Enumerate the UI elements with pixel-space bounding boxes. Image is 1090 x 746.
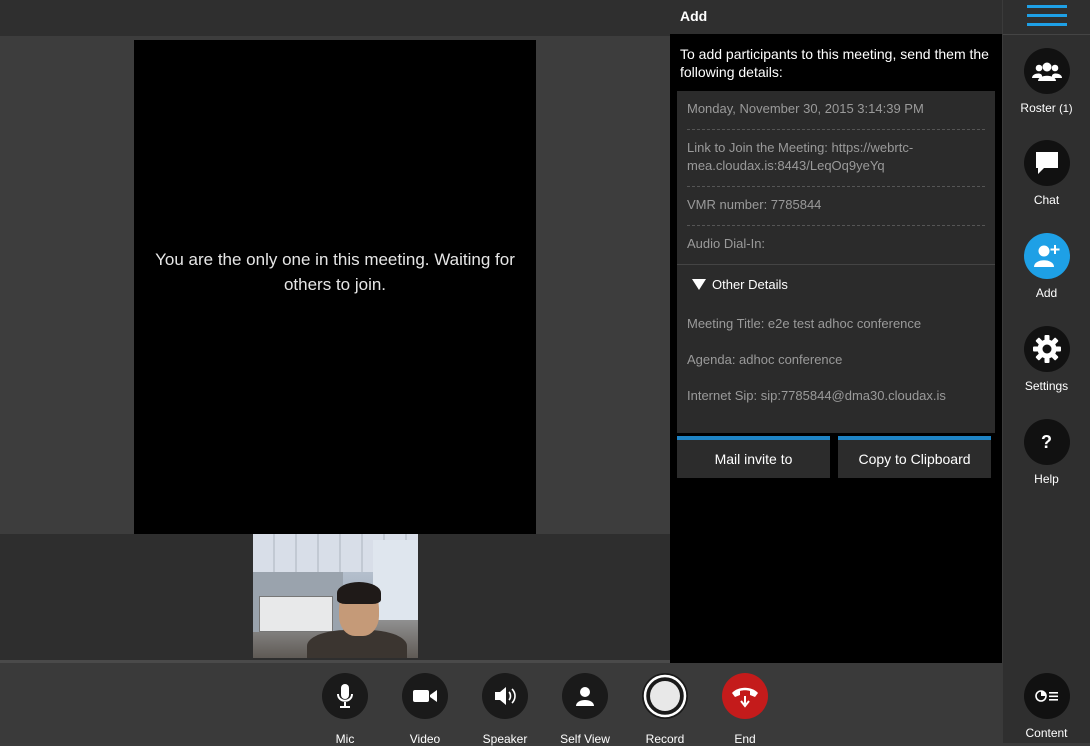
mic-label: Mic bbox=[335, 732, 355, 746]
other-details-label: Other Details bbox=[712, 277, 788, 292]
hang-up-icon bbox=[722, 673, 768, 719]
help-icon: ? bbox=[1023, 419, 1070, 465]
join-link: Link to Join the Meeting: https://webrtc… bbox=[687, 140, 914, 173]
sidebar-item-help[interactable]: ? Help bbox=[1003, 419, 1090, 486]
right-sidebar: Roster (1) Chat Add Settings ? Help bbox=[1003, 0, 1090, 743]
triangle-down-icon bbox=[692, 279, 706, 290]
whiteboard bbox=[259, 596, 333, 632]
speaker-icon bbox=[482, 673, 528, 719]
sidebar-item-roster[interactable]: Roster (1) bbox=[1003, 48, 1090, 115]
video-stage: You are the only one in this meeting. Wa… bbox=[0, 0, 670, 660]
content-label: Content bbox=[1025, 726, 1068, 740]
vmr-number: VMR number: 7785844 bbox=[687, 197, 822, 212]
chat-label: Chat bbox=[1033, 193, 1060, 207]
person-icon bbox=[562, 673, 608, 719]
sidebar-item-settings[interactable]: Settings bbox=[1003, 326, 1090, 393]
audio-dial-in: Audio Dial-In: bbox=[687, 236, 766, 251]
main-video-area: You are the only one in this meeting. Wa… bbox=[134, 40, 536, 534]
sidebar-separator bbox=[1003, 34, 1090, 35]
video-label: Video bbox=[409, 732, 441, 746]
add-label: Add bbox=[1035, 286, 1058, 300]
add-participants-panel: Add To add participants to this meeting,… bbox=[670, 0, 1002, 663]
chat-icon bbox=[1023, 140, 1070, 186]
window bbox=[373, 540, 418, 620]
separator bbox=[687, 129, 985, 130]
add-panel-intro: To add participants to this meeting, sen… bbox=[680, 46, 989, 80]
meeting-datetime: Monday, November 30, 2015 3:14:39 PM bbox=[687, 101, 924, 116]
mic-icon bbox=[322, 673, 368, 719]
add-panel-title: Add bbox=[680, 8, 708, 24]
roster-icon bbox=[1023, 48, 1070, 94]
help-label: Help bbox=[1034, 472, 1059, 486]
sidebar-item-chat[interactable]: Chat bbox=[1003, 140, 1090, 207]
content-button[interactable]: Content bbox=[1003, 673, 1090, 740]
add-user-icon bbox=[1023, 233, 1070, 279]
mic-button[interactable]: Mic bbox=[305, 673, 385, 746]
self-view-thumbnail[interactable] bbox=[253, 534, 418, 658]
menu-icon[interactable] bbox=[1027, 3, 1067, 29]
sidebar-item-add[interactable]: Add bbox=[1003, 233, 1090, 300]
meeting-title-detail: Meeting Title: e2e test adhoc conference bbox=[687, 316, 922, 331]
end-call-button[interactable]: End bbox=[705, 673, 785, 746]
roster-count: (1) bbox=[1059, 103, 1073, 115]
other-details-toggle[interactable]: Other Details bbox=[692, 277, 788, 292]
meeting-details-box: Monday, November 30, 2015 3:14:39 PM Lin… bbox=[677, 91, 995, 433]
separator bbox=[687, 186, 985, 187]
record-button[interactable]: Record bbox=[625, 673, 705, 746]
gear-icon bbox=[1023, 326, 1070, 372]
record-label: Record bbox=[645, 732, 685, 746]
agenda-detail: Agenda: adhoc conference bbox=[687, 352, 843, 367]
video-camera-icon bbox=[402, 673, 448, 719]
mail-invite-button[interactable]: Mail invite to bbox=[677, 436, 830, 478]
record-icon bbox=[642, 673, 688, 719]
settings-label: Settings bbox=[1024, 379, 1069, 393]
person-hair bbox=[337, 582, 381, 604]
roster-label: Roster bbox=[1020, 101, 1056, 115]
content-share-icon bbox=[1023, 673, 1070, 719]
end-label: End bbox=[734, 732, 756, 746]
copy-clipboard-button[interactable]: Copy to Clipboard bbox=[838, 436, 991, 478]
speaker-button[interactable]: Speaker bbox=[465, 673, 545, 746]
bottom-toolbar: Mic Video Speaker Self View Record End bbox=[0, 663, 1003, 746]
self-view-button[interactable]: Self View bbox=[545, 673, 625, 746]
video-button[interactable]: Video bbox=[385, 673, 465, 746]
separator bbox=[687, 225, 985, 226]
other-details-divider bbox=[677, 264, 995, 265]
waiting-message: You are the only one in this meeting. Wa… bbox=[155, 250, 515, 294]
self-view-label: Self View bbox=[560, 732, 610, 746]
add-panel-header: Add bbox=[670, 0, 1002, 34]
speaker-label: Speaker bbox=[482, 732, 528, 746]
stage-top-bar bbox=[0, 0, 670, 36]
internet-sip-detail: Internet Sip: sip:7785844@dma30.cloudax.… bbox=[687, 388, 946, 403]
